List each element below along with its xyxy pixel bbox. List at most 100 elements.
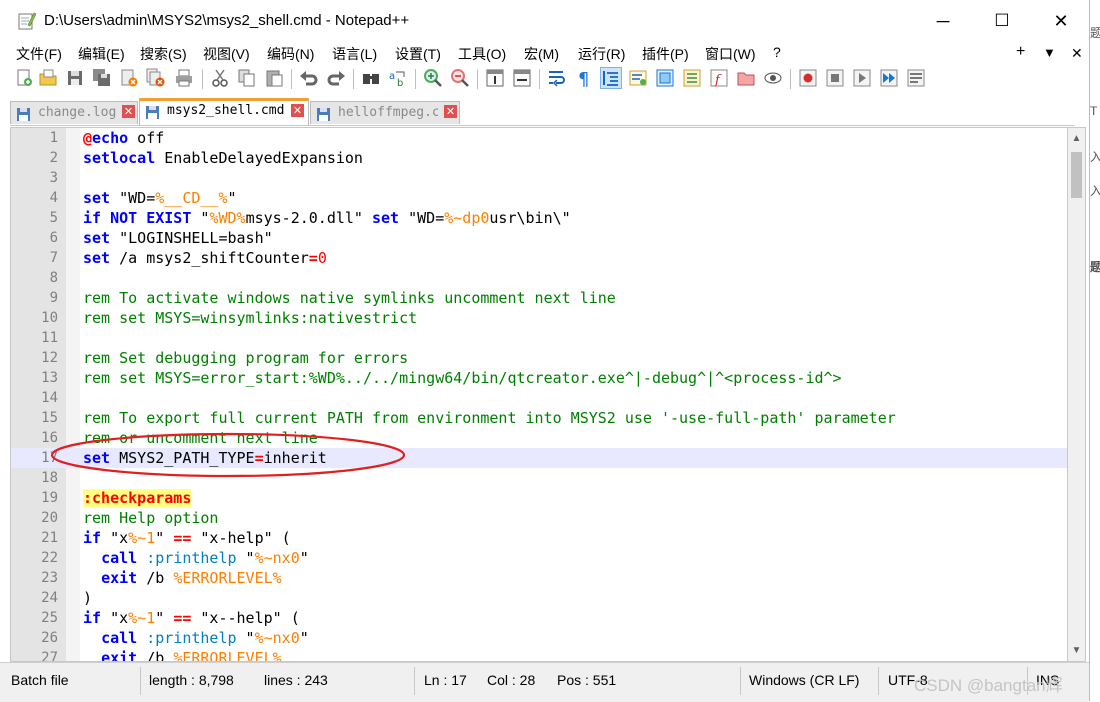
code-token: rem To export full current PATH from env… (83, 409, 896, 427)
replace-icon[interactable]: ab (388, 68, 408, 88)
code-token: " (299, 549, 309, 567)
line-number: 1 (49, 130, 58, 146)
menu-tools[interactable]: 工具(O) (458, 44, 506, 64)
tab-close-icon[interactable]: ✕ (122, 105, 135, 118)
code-line[interactable]: 22 call :printhelp "%~nx0" (11, 548, 1067, 568)
code-line[interactable]: 6 set "LOGINSHELL=bash" (11, 228, 1067, 248)
code-line[interactable]: 24) (11, 588, 1067, 608)
menu-file[interactable]: 文件(F) (16, 44, 62, 64)
monitoring-icon[interactable] (763, 68, 783, 88)
new-file-icon[interactable] (14, 68, 34, 88)
function-list-icon[interactable]: f (709, 68, 729, 88)
menu-plugins[interactable]: 插件(P) (642, 44, 689, 64)
code-line[interactable]: 17 set MSYS2_PATH_TYPE=inherit (11, 448, 1067, 468)
code-text: call :printhelp "%~nx0" (83, 628, 309, 648)
menu-window[interactable]: 窗口(W) (705, 44, 756, 64)
zoom-in-icon[interactable] (423, 68, 443, 88)
code-line[interactable]: 12 rem Set debugging program for errors (11, 348, 1067, 368)
sync-vertical-icon[interactable] (485, 68, 505, 88)
menu-dropdown-button[interactable]: ▼ (1043, 45, 1056, 60)
print-icon[interactable] (174, 68, 194, 88)
code-line[interactable]: 15 rem To export full current PATH from e… (11, 408, 1067, 428)
saved-file-icon (146, 106, 159, 119)
maximize-button[interactable]: ☐ (979, 6, 1025, 36)
minimize-button[interactable]: ─ (920, 6, 966, 36)
code-token: rem or uncomment next line (83, 429, 318, 447)
code-line[interactable]: 21 if "x%~1" == "x-help" ( (11, 528, 1067, 548)
code-line[interactable]: 5 if NOT EXIST "%WD%msys-2.0.dll" set "WD… (11, 208, 1067, 228)
save-icon[interactable] (65, 68, 85, 88)
code-line[interactable]: 20 rem Help option (11, 508, 1067, 528)
menu-view[interactable]: 视图(V) (203, 44, 250, 64)
undo-icon[interactable] (299, 68, 319, 88)
tab-change-log[interactable]: change.log ✕ (10, 101, 138, 124)
code-line[interactable]: 19:checkparams (11, 488, 1067, 508)
document-map-icon[interactable] (655, 68, 675, 88)
code-line[interactable]: 23 exit /b %ERRORLEVEL% (11, 568, 1067, 588)
code-line[interactable]: 11 (11, 328, 1067, 348)
zoom-out-icon[interactable] (450, 68, 470, 88)
tab-close-icon[interactable]: ✕ (444, 105, 457, 118)
code-line[interactable]: 2 setlocal EnableDelayedExpansion (11, 148, 1067, 168)
tab-close-icon[interactable]: ✕ (291, 104, 304, 117)
macro-save-icon[interactable] (906, 68, 926, 88)
save-all-icon[interactable] (92, 68, 112, 88)
scroll-thumb[interactable] (1071, 152, 1082, 198)
menu-help[interactable]: ? (773, 44, 781, 60)
status-eol-format[interactable]: Windows (CR LF) (749, 672, 859, 688)
folder-as-workspace-icon[interactable] (736, 68, 756, 88)
code-line[interactable]: 4 set "WD=%__CD__%" (11, 188, 1067, 208)
redo-icon[interactable] (326, 68, 346, 88)
macro-play-multiple-icon[interactable] (879, 68, 899, 88)
scroll-up-arrow-icon[interactable]: ▲ (1068, 130, 1085, 147)
close-button[interactable]: ✕ (1038, 6, 1084, 36)
code-line[interactable]: 1 @echo off (11, 128, 1067, 148)
close-all-icon[interactable] (146, 68, 166, 88)
copy-icon[interactable] (237, 68, 257, 88)
menu-run[interactable]: 运行(R) (578, 44, 625, 64)
code-line[interactable]: 27 exit /b %ERRORLEVEL% (11, 648, 1067, 661)
code-line[interactable]: 3 (11, 168, 1067, 188)
menu-edit[interactable]: 编辑(E) (78, 44, 125, 64)
document-list-icon[interactable] (682, 68, 702, 88)
user-defined-language-icon[interactable] (628, 68, 648, 88)
code-editor[interactable]: 1 @echo off 2 setlocal EnableDelayedExpansi… (10, 127, 1068, 662)
macro-stop-icon[interactable] (825, 68, 845, 88)
sync-horizontal-icon[interactable] (512, 68, 532, 88)
code-token: if (83, 529, 102, 547)
word-wrap-icon[interactable] (547, 68, 567, 88)
menu-settings[interactable]: 设置(T) (395, 44, 441, 64)
open-file-icon[interactable] (38, 68, 58, 88)
indent-guide-icon[interactable] (600, 67, 622, 89)
code-text: exit /b %ERRORLEVEL% (83, 648, 282, 661)
code-line[interactable]: 14 (11, 388, 1067, 408)
code-line[interactable]: 10 rem set MSYS=winsymlinks:nativestrict (11, 308, 1067, 328)
code-line[interactable]: 18 (11, 468, 1067, 488)
code-line[interactable]: 13 rem set MSYS=error_start:%WD%../../min… (11, 368, 1067, 388)
code-line[interactable]: 25 if "x%~1" == "x--help" ( (11, 608, 1067, 628)
code-line[interactable]: 16 rem or uncomment next line (11, 428, 1067, 448)
code-line[interactable]: 26 call :printhelp "%~nx0" (11, 628, 1067, 648)
code-line[interactable]: 8 (11, 268, 1067, 288)
macro-record-icon[interactable] (798, 68, 818, 88)
paste-icon[interactable] (264, 68, 284, 88)
cut-icon[interactable] (210, 68, 230, 88)
scroll-down-arrow-icon[interactable]: ▼ (1068, 642, 1085, 659)
toolbar-separator (291, 69, 292, 89)
close-file-icon[interactable] (119, 68, 139, 88)
menu-close-doc-button[interactable]: ✕ (1071, 45, 1083, 62)
find-icon[interactable] (361, 68, 381, 88)
menu-plus-button[interactable]: + (1016, 43, 1025, 61)
menu-encoding[interactable]: 编码(N) (267, 44, 314, 64)
tab-msys2-shell-cmd[interactable]: msys2_shell.cmd ✕ (139, 98, 309, 125)
menu-search[interactable]: 搜索(S) (140, 44, 187, 64)
tab-helloffmpeg-c[interactable]: helloffmpeg.c ✕ (310, 101, 460, 124)
menu-macro[interactable]: 宏(M) (524, 44, 559, 64)
code-line[interactable]: 7 set /a msys2_shiftCounter=0 (11, 248, 1067, 268)
vertical-scrollbar[interactable]: ▲ ▼ (1068, 127, 1086, 662)
code-line[interactable]: 9 rem To activate windows native symlinks… (11, 288, 1067, 308)
macro-play-icon[interactable] (852, 68, 872, 88)
menu-language[interactable]: 语言(L) (332, 44, 377, 64)
show-all-characters-icon[interactable]: ¶ (574, 68, 594, 88)
